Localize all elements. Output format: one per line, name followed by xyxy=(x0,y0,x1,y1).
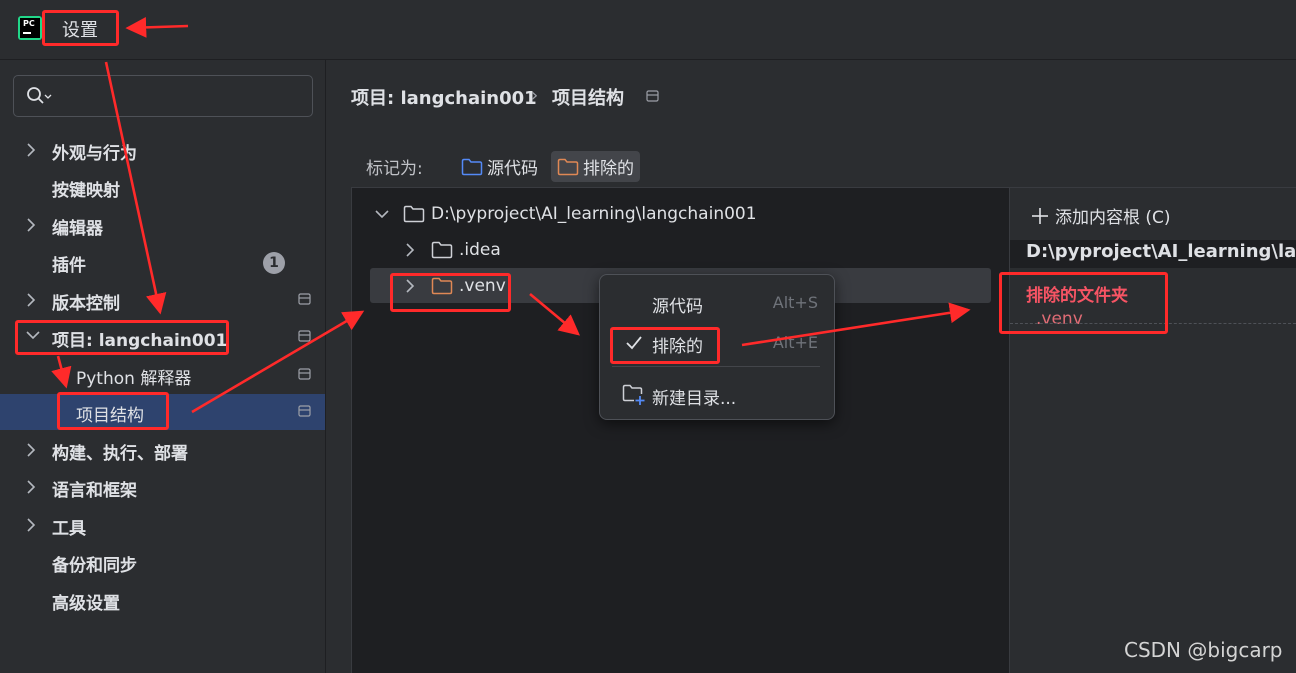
content-root-path: D:\pyproject\AI_learning\lang xyxy=(1026,241,1296,262)
chevron-right-icon xyxy=(405,243,415,257)
plus-icon xyxy=(1031,207,1049,225)
project-scope-icon xyxy=(298,330,311,342)
annotation-box-project-structure xyxy=(57,392,169,430)
sidebar-item-label: 备份和同步 xyxy=(52,556,137,576)
menu-separator xyxy=(612,366,820,367)
sidebar-item-build[interactable]: 构建、执行、部署 xyxy=(0,432,325,468)
sidebar-item-label: 按键映射 xyxy=(52,181,120,201)
sidebar-item-python-interpreter[interactable]: Python 解释器 xyxy=(0,357,325,393)
new-folder-icon xyxy=(622,384,646,406)
tree-item-label: .idea xyxy=(459,240,501,260)
annotation-box-project xyxy=(15,320,229,355)
pycharm-logo-icon: PC xyxy=(18,16,42,40)
tree-row-idea[interactable]: .idea xyxy=(405,233,501,267)
sidebar-item-vcs[interactable]: 版本控制 xyxy=(0,282,325,318)
sidebar-item-label: 编辑器 xyxy=(52,219,103,239)
logo-text: PC xyxy=(23,19,35,28)
project-scope-icon xyxy=(298,368,311,380)
sidebar-item-label: 构建、执行、部署 xyxy=(52,444,188,464)
chevron-right-icon xyxy=(26,518,36,532)
add-content-root-label: 添加内容根 (C) xyxy=(1055,208,1171,228)
sidebar-item-label: 高级设置 xyxy=(52,594,120,614)
title-bar xyxy=(0,0,1296,60)
project-scope-icon xyxy=(646,90,659,102)
mark-source-label: 源代码 xyxy=(487,159,538,179)
annotation-box-excluded-menu xyxy=(610,327,720,364)
menu-item-shortcut: Alt+E xyxy=(772,333,818,352)
page-title: 项目结构 xyxy=(552,88,624,109)
watermark: CSDN @bigcarp xyxy=(1124,638,1283,662)
chevron-right-icon xyxy=(26,443,36,457)
sidebar-item-label: 工具 xyxy=(52,519,86,539)
sidebar-item-languages[interactable]: 语言和框架 xyxy=(0,469,325,505)
breadcrumb-project[interactable]: 项目: langchain001 xyxy=(351,84,537,110)
sidebar-item-keymap[interactable]: 按键映射 xyxy=(0,169,325,205)
menu-item-label: 新建目录... xyxy=(652,389,737,409)
annotation-box-title xyxy=(42,10,119,46)
chevron-down-icon xyxy=(375,209,389,219)
sidebar-item-label: Python 解释器 xyxy=(76,369,192,389)
sidebar-item-backup-sync[interactable]: 备份和同步 xyxy=(0,544,325,580)
tree-row-root[interactable]: D:\pyproject\AI_learning\langchain001 xyxy=(375,197,757,231)
sidebar-item-label: 语言和框架 xyxy=(52,481,137,501)
mark-as-label: 标记为: xyxy=(366,159,423,179)
search-input[interactable] xyxy=(13,75,313,117)
chevron-right-icon xyxy=(26,480,36,494)
sidebar-item-advanced[interactable]: 高级设置 xyxy=(0,582,325,618)
folder-icon xyxy=(403,205,425,223)
sidebar-item-editor[interactable]: 编辑器 xyxy=(0,207,325,243)
project-scope-icon xyxy=(298,405,311,417)
search-icon xyxy=(26,86,52,106)
plugin-update-badge: 1 xyxy=(263,252,285,274)
chevron-right-icon xyxy=(26,218,36,232)
sidebar-divider xyxy=(325,60,326,673)
menu-item-label: 源代码 xyxy=(652,297,703,317)
sidebar-item-tools[interactable]: 工具 xyxy=(0,507,325,543)
annotation-box-excluded-folders xyxy=(999,272,1168,334)
menu-item-shortcut: Alt+S xyxy=(772,293,818,312)
chevron-right-icon xyxy=(26,293,36,307)
menu-item-source[interactable]: 源代码 Alt+S xyxy=(600,287,836,319)
project-scope-icon xyxy=(298,293,311,305)
sidebar-item-label: 版本控制 xyxy=(52,294,120,314)
menu-item-new-directory[interactable]: 新建目录... xyxy=(600,379,836,411)
source-folder-icon xyxy=(461,158,483,176)
sidebar-item-label: 外观与行为 xyxy=(52,144,137,164)
breadcrumb-separator: › xyxy=(531,85,539,106)
mark-source-button[interactable]: 源代码 xyxy=(455,151,544,182)
annotation-box-venv xyxy=(390,273,511,312)
folder-icon xyxy=(431,241,453,259)
sidebar-item-label: 插件 xyxy=(52,256,86,276)
chevron-right-icon xyxy=(26,143,36,157)
mark-excluded-button[interactable]: 排除的 xyxy=(551,151,640,182)
tree-item-label: D:\pyproject\AI_learning\langchain001 xyxy=(431,204,757,224)
sidebar-item-appearance[interactable]: 外观与行为 xyxy=(0,132,325,168)
mark-excluded-label: 排除的 xyxy=(583,159,634,179)
excluded-folder-icon xyxy=(557,158,579,176)
add-content-root-button[interactable]: 添加内容根 (C) xyxy=(1031,203,1171,228)
